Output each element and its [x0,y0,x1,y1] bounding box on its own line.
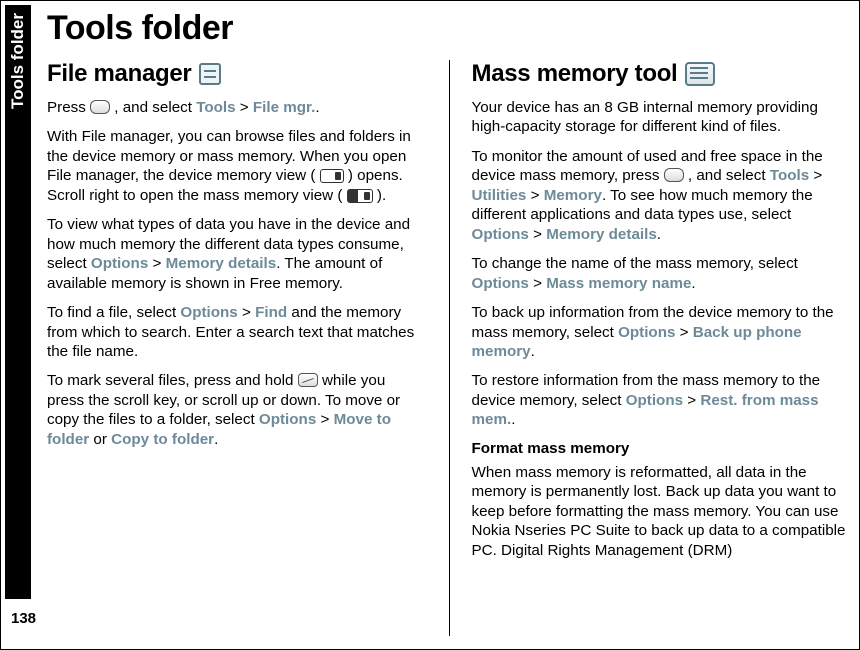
fm-p1: Press , and select Tools > File mgr.. [47,98,427,117]
device-memory-icon [320,169,344,183]
side-tab: Tools folder [5,5,31,599]
page-number: 138 [5,610,45,627]
content: Tools folder File manager Press , and se… [47,9,851,641]
menu-options-7: Options [626,392,683,409]
mm-p4: To back up information from the device m… [472,303,852,361]
menu-utilities: Utilities [472,187,527,204]
fm-p3: To view what types of data you have in t… [47,215,427,293]
menu-key-icon-2 [664,168,684,182]
menu-copy-to-folder: Copy to folder [111,431,214,448]
column-separator [449,60,450,636]
mm-p6: When mass memory is reformatted, all dat… [472,463,852,560]
menu-find: Find [255,304,287,321]
menu-mass-memory-name: Mass memory name [546,275,691,292]
mass-memory-heading: Mass memory tool [472,60,852,88]
menu-options-4: Options [472,226,529,243]
menu-memory-details: Memory details [166,255,277,272]
file-manager-heading-text: File manager [47,60,191,88]
mm-p1: Your device has an 8 GB internal memory … [472,98,852,137]
col-right: Mass memory tool Your device has an 8 GB… [472,60,852,636]
mass-memory-heading-text: Mass memory tool [472,60,678,88]
mass-memory-tool-icon [685,62,715,86]
menu-options-2: Options [180,304,237,321]
page: Tools folder 138 Tools folder File manag… [0,0,860,650]
menu-options-6: Options [618,324,675,341]
format-mass-memory-subheading: Format mass memory [472,440,852,457]
fm-p5: To mark several files, press and hold wh… [47,371,427,449]
mm-p3: To change the name of the mass memory, s… [472,254,852,293]
page-title: Tools folder [47,9,851,48]
menu-tools-2: Tools [770,167,809,184]
edit-key-icon [298,373,318,387]
menu-tools: Tools [196,99,235,116]
fm-p4: To find a file, select Options > Find an… [47,303,427,361]
menu-memory: Memory [544,187,602,204]
fm-p2: With File manager, you can browse files … [47,127,427,205]
menu-memory-details-2: Memory details [546,226,657,243]
menu-options-3: Options [259,411,316,428]
file-manager-heading: File manager [47,60,427,88]
mm-p5: To restore information from the mass mem… [472,371,852,429]
menu-options: Options [91,255,148,272]
menu-options-5: Options [472,275,529,292]
mm-p2: To monitor the amount of used and free s… [472,147,852,244]
side-tab-label: Tools folder [8,13,28,109]
file-manager-icon [199,63,221,85]
menu-key-icon [90,100,110,114]
mass-memory-icon [347,189,373,203]
menu-file-mgr: File mgr. [253,99,315,116]
col-left: File manager Press , and select Tools > … [47,60,427,636]
columns: File manager Press , and select Tools > … [47,60,851,636]
